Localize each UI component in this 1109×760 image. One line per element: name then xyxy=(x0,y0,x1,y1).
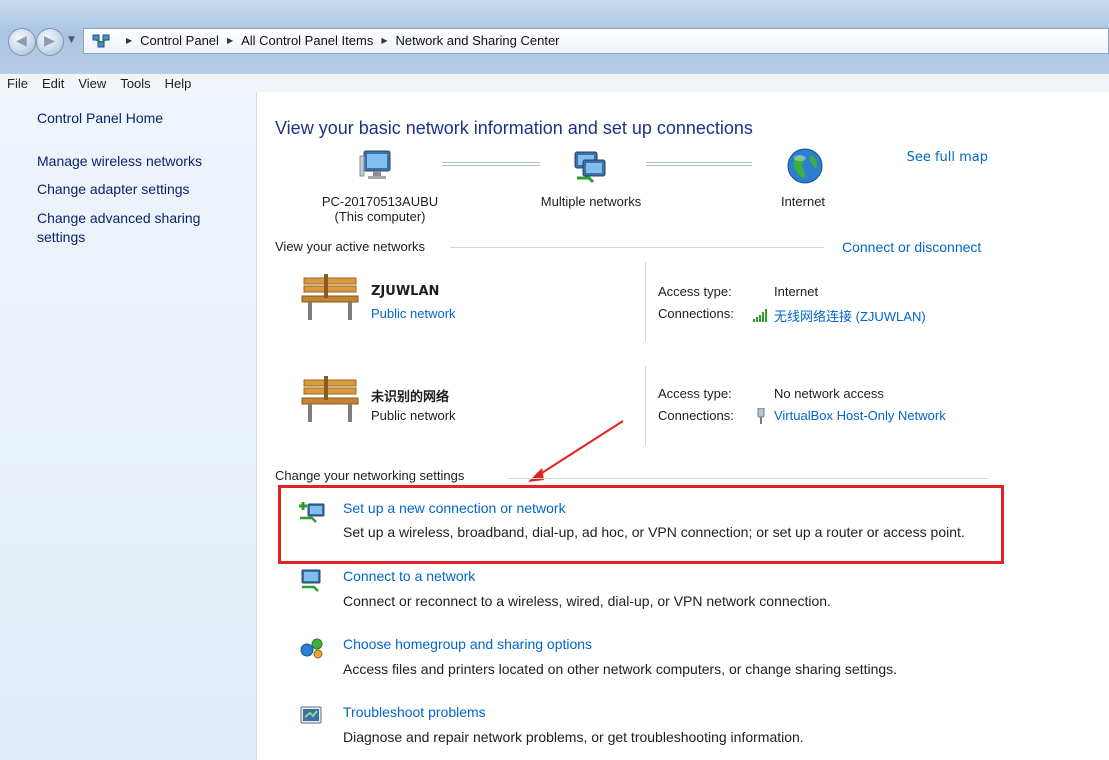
computer-caption: (This computer) xyxy=(334,209,426,224)
forward-arrow-icon: ▶ xyxy=(44,33,55,49)
address-toolbar: ◀ ▶ ▼ ▶ Control Panel ▶ All Control Pane… xyxy=(0,0,1109,74)
menu-edit[interactable]: Edit xyxy=(35,76,71,91)
homegroup-icon xyxy=(300,638,323,659)
menu-tools[interactable]: Tools xyxy=(113,76,157,91)
public-network-bench-icon xyxy=(301,376,359,422)
network-name-zjuwlan: ZJUWLAN xyxy=(371,284,440,299)
breadcrumb-all-items[interactable]: All Control Panel Items xyxy=(241,33,373,48)
column-divider xyxy=(645,366,646,446)
connect-to-network-desc: Connect or reconnect to a wireless, wire… xyxy=(343,593,831,609)
access-type-value: No network access xyxy=(774,386,884,401)
access-type-value: Internet xyxy=(774,284,819,299)
network-type-link[interactable]: Public network xyxy=(371,306,456,321)
forward-button[interactable]: ▶ xyxy=(36,28,64,56)
public-network-bench-icon xyxy=(301,274,359,320)
map-computer-node[interactable]: PC-20170513AUBU (This computer) xyxy=(320,194,440,224)
homegroup-sharing-desc: Access files and printers located on oth… xyxy=(343,661,898,677)
wifi-signal-icon xyxy=(753,309,767,322)
section-divider xyxy=(508,478,988,479)
breadcrumb: ▶ Control Panel ▶ All Control Panel Item… xyxy=(118,33,560,48)
menu-bar: File Edit View Tools Help xyxy=(0,74,1109,92)
troubleshoot-problems-link[interactable]: Troubleshoot problems xyxy=(343,704,486,720)
left-navigation-pane: Control Panel Home Manage wireless netwo… xyxy=(0,92,257,760)
change-adapter-link[interactable]: Change adapter settings xyxy=(37,180,237,199)
control-panel-home-link[interactable]: Control Panel Home xyxy=(37,110,163,126)
connect-network-icon xyxy=(301,569,321,592)
chevron-right-icon[interactable]: ▶ xyxy=(227,36,233,45)
network-center-icon xyxy=(92,34,110,48)
address-bar[interactable]: ▶ Control Panel ▶ All Control Panel Item… xyxy=(83,28,1109,54)
history-dropdown-icon[interactable]: ▼ xyxy=(68,35,75,45)
setup-new-connection-desc: Set up a wireless, broadband, dial-up, a… xyxy=(343,524,965,540)
back-button[interactable]: ◀ xyxy=(8,28,36,56)
network-name-unidentified: 未识别的网络 xyxy=(371,390,450,405)
column-divider xyxy=(645,262,646,342)
map-connection-line xyxy=(442,162,540,166)
networking-settings-heading: Change your networking settings xyxy=(275,468,465,483)
back-arrow-icon: ◀ xyxy=(16,33,27,49)
computer-icon xyxy=(359,150,391,179)
virtualbox-connection-link[interactable]: VirtualBox Host-Only Network xyxy=(774,408,946,423)
see-full-map-link[interactable]: See full map xyxy=(907,150,988,165)
troubleshoot-problems-desc: Diagnose and repair network problems, or… xyxy=(343,729,804,745)
setup-new-connection-link[interactable]: Set up a new connection or network xyxy=(343,500,566,516)
breadcrumb-network-center[interactable]: Network and Sharing Center xyxy=(395,33,559,48)
globe-icon xyxy=(787,148,823,184)
map-internet-node[interactable]: Internet xyxy=(763,194,843,209)
troubleshoot-icon xyxy=(300,706,322,724)
active-networks-heading: View your active networks xyxy=(275,239,426,254)
map-connection-line xyxy=(646,162,752,166)
chevron-right-icon[interactable]: ▶ xyxy=(381,36,387,45)
menu-file[interactable]: File xyxy=(0,76,35,91)
new-connection-icon xyxy=(299,502,325,523)
menu-view[interactable]: View xyxy=(71,76,113,91)
connect-or-disconnect-link[interactable]: Connect or disconnect xyxy=(842,239,981,255)
menu-help[interactable]: Help xyxy=(158,76,199,91)
main-content: View your basic network information and … xyxy=(258,92,1109,760)
connections-label: Connections: xyxy=(658,306,734,321)
page-title: View your basic network information and … xyxy=(275,118,753,138)
change-sharing-link[interactable]: Change advanced sharing settings xyxy=(37,209,237,247)
section-divider xyxy=(450,247,824,248)
network-type-label: Public network xyxy=(371,408,456,423)
ethernet-plug-icon xyxy=(757,408,765,424)
map-multiple-networks-node[interactable]: Multiple networks xyxy=(526,194,656,209)
wireless-connection-link[interactable]: 无线网络连接 (ZJUWLAN) xyxy=(774,306,926,325)
connect-to-network-link[interactable]: Connect to a network xyxy=(343,568,475,584)
connections-label: Connections: xyxy=(658,408,734,423)
homegroup-sharing-link[interactable]: Choose homegroup and sharing options xyxy=(343,636,592,652)
access-type-label: Access type: xyxy=(658,386,732,401)
computer-name: PC-20170513AUBU xyxy=(321,194,439,209)
manage-wireless-link[interactable]: Manage wireless networks xyxy=(37,152,237,171)
access-type-label: Access type: xyxy=(658,284,732,299)
multiple-networks-icon xyxy=(574,151,606,184)
breadcrumb-control-panel[interactable]: Control Panel xyxy=(140,33,219,48)
chevron-right-icon[interactable]: ▶ xyxy=(126,36,132,45)
